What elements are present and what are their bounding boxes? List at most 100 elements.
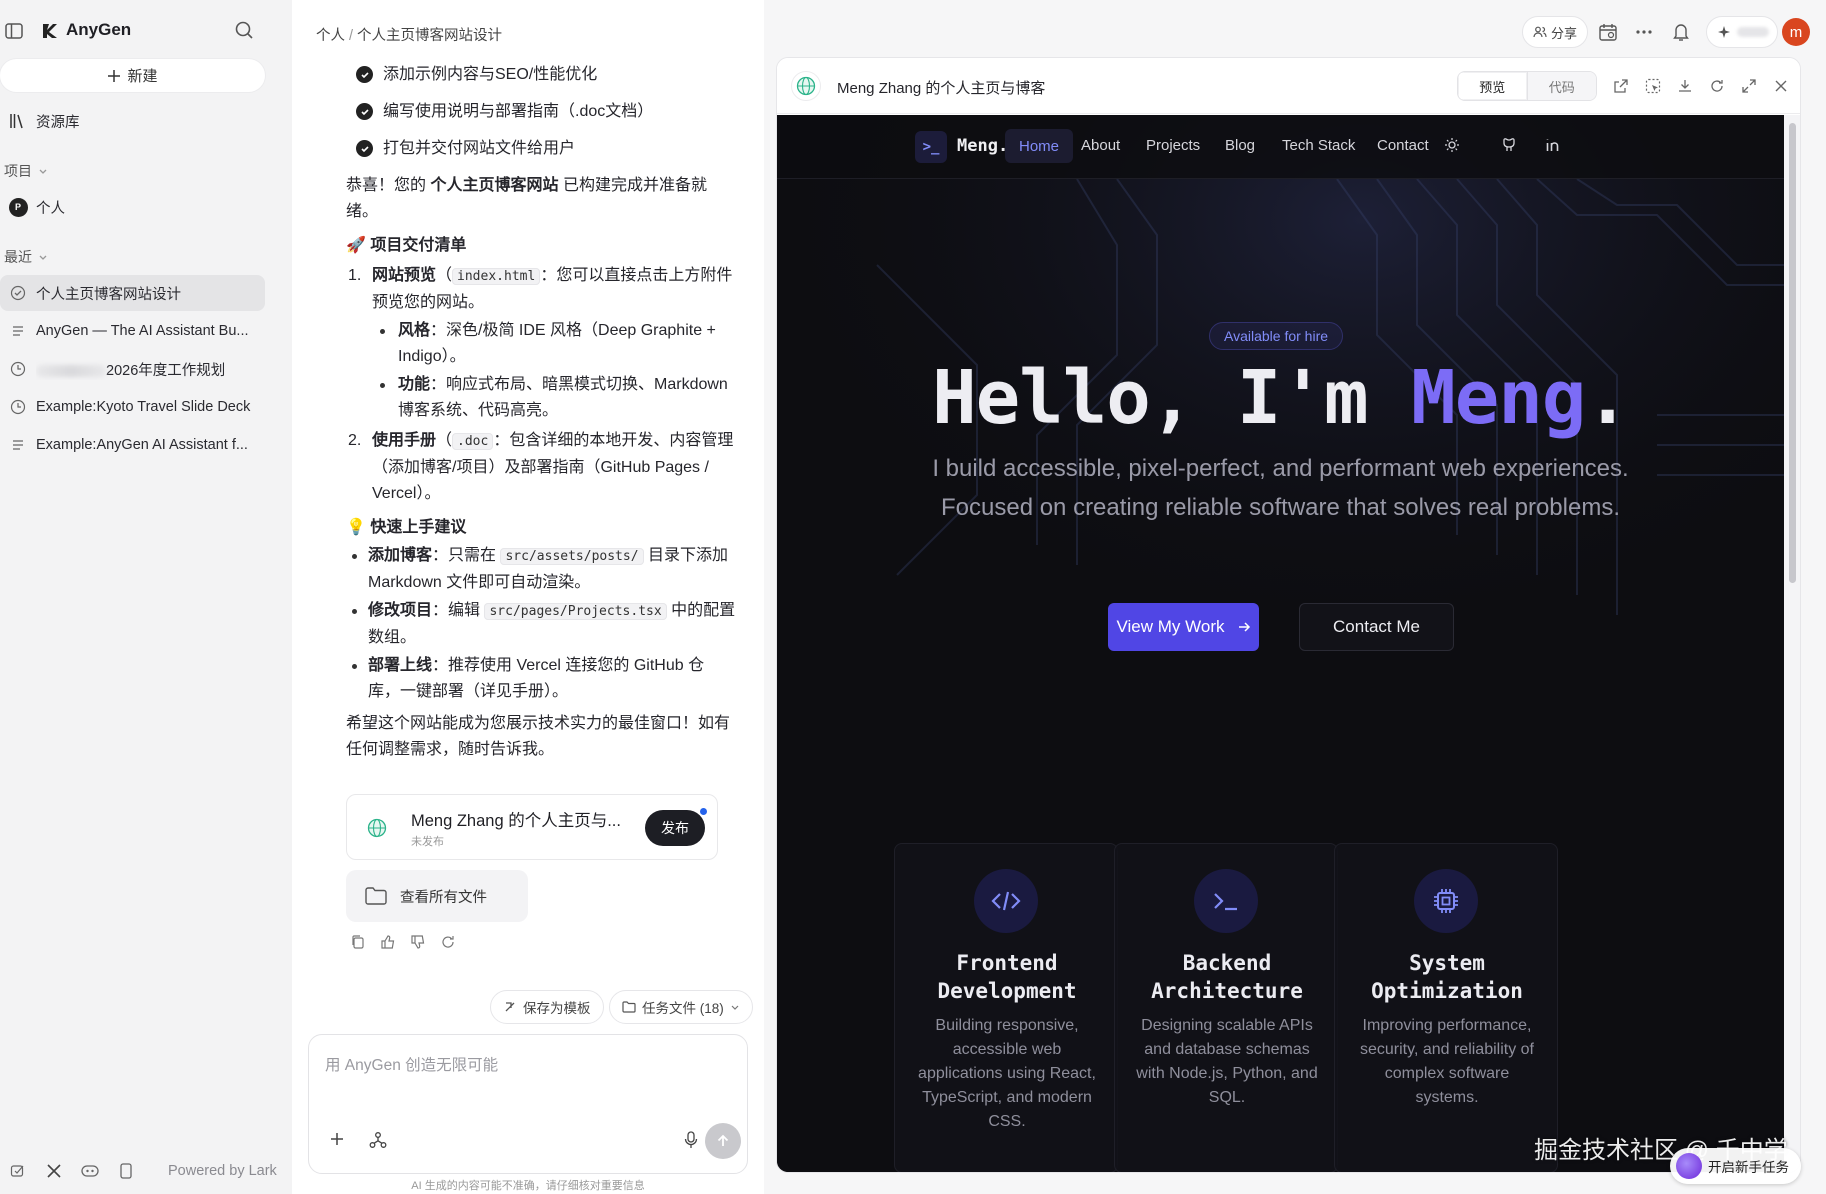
bullet-item: 部署上线：推荐使用 Vercel 连接您的 GitHub 仓库，一键部署（详见手… bbox=[346, 653, 736, 705]
projects-section-header[interactable]: 项目 bbox=[4, 161, 48, 181]
new-task-label: 新建 bbox=[127, 68, 158, 85]
closing-text: 希望这个网站能成为您展示技术实力的最佳窗口！如有任何调整需求，随时告诉我。 bbox=[346, 715, 731, 758]
task-files-button[interactable]: 任务文件 (18) bbox=[609, 990, 753, 1024]
plus-icon bbox=[107, 69, 121, 83]
hero-heading: Hello, I'm Meng. bbox=[777, 355, 1784, 441]
card-description: Designing scalable APIs and database sch… bbox=[1136, 1017, 1318, 1106]
service-card: System Optimization Improving performanc… bbox=[1334, 843, 1558, 1172]
preview-header: Meng Zhang 的个人主页与博客 预览 代码 bbox=[777, 58, 1800, 114]
regenerate-icon[interactable] bbox=[440, 934, 456, 950]
recent-section-header[interactable]: 最近 bbox=[4, 247, 48, 267]
nav-contact[interactable]: Contact bbox=[1377, 137, 1429, 154]
tab-code[interactable]: 代码 bbox=[1527, 72, 1596, 100]
more-icon[interactable] bbox=[1634, 24, 1654, 40]
search-icon[interactable] bbox=[234, 20, 254, 40]
recent-item[interactable]: AnyGen — The AI Assistant Bu... bbox=[0, 313, 265, 349]
users-icon bbox=[1533, 25, 1547, 39]
new-user-task-button[interactable]: 开启新手任务 bbox=[1670, 1148, 1801, 1184]
bullet-item: 风格：深色/极简 IDE 风格（Deep Graphite + Indigo）。 bbox=[372, 318, 736, 370]
breadcrumb-root[interactable]: 个人 bbox=[316, 28, 345, 44]
breadcrumb: 个人 / 个人主页博客网站设计 bbox=[316, 24, 502, 45]
folder-icon bbox=[622, 1001, 636, 1013]
nav-projects[interactable]: Projects bbox=[1146, 137, 1200, 154]
download-icon[interactable] bbox=[1677, 78, 1693, 94]
recent-item[interactable]: Example:AnyGen AI Assistant f... bbox=[0, 427, 265, 463]
library-icon bbox=[0, 112, 36, 130]
recent-item[interactable]: Example:Kyoto Travel Slide Deck bbox=[0, 389, 265, 425]
scrollbar-thumb[interactable] bbox=[1789, 123, 1796, 583]
recent-label: 最近 bbox=[4, 249, 32, 265]
copy-icon[interactable] bbox=[350, 934, 366, 950]
breadcrumb-current: 个人主页博客网站设计 bbox=[357, 28, 503, 44]
ai-disclaimer: AI 生成的内容可能不准确，请仔细核对重要信息 bbox=[411, 1180, 645, 1192]
chat-panel: 个人 / 个人主页博客网站设计 添加示例内容与SEO/性能优化 编写使用说明与部署指… bbox=[292, 0, 764, 1194]
view-my-work-button[interactable]: View My Work bbox=[1108, 603, 1259, 651]
nav-about[interactable]: About bbox=[1081, 137, 1120, 154]
notification-dot bbox=[699, 807, 708, 816]
close-icon[interactable] bbox=[1773, 78, 1789, 94]
github-icon[interactable] bbox=[1501, 137, 1517, 153]
linkedin-icon[interactable] bbox=[1545, 137, 1561, 153]
sidebar-item-project[interactable]: P 个人 bbox=[0, 190, 265, 224]
preview-scrollbar[interactable] bbox=[1784, 115, 1800, 1172]
service-card: Frontend Development Building responsive… bbox=[894, 843, 1118, 1172]
sun-icon[interactable] bbox=[1444, 137, 1460, 153]
select-element-icon[interactable] bbox=[1645, 78, 1661, 94]
tab-preview[interactable]: 预览 bbox=[1458, 72, 1528, 100]
chat-composer[interactable]: 用 AnyGen 创造无限可能 bbox=[308, 1034, 748, 1174]
publish-button[interactable]: 发布 bbox=[645, 810, 705, 846]
redacted-text bbox=[36, 364, 106, 377]
expand-icon[interactable] bbox=[1741, 78, 1757, 94]
item-bold: 使用手册 bbox=[372, 432, 437, 449]
sidebar-toggle-icon[interactable] bbox=[4, 21, 24, 41]
powered-by: Powered by Lark bbox=[168, 1163, 277, 1179]
nav-blog[interactable]: Blog bbox=[1225, 137, 1255, 154]
artifact-card[interactable]: Meng Zhang 的个人主页与... 未发布 发布 bbox=[346, 794, 718, 860]
clock-icon bbox=[0, 361, 36, 377]
sidebar: AnyGen 新建 资源库 项目 P 个人 最近 个人主页博客网站设计 AnyG… bbox=[0, 0, 292, 1194]
share-out-icon[interactable] bbox=[1613, 78, 1629, 94]
inline-code: .doc bbox=[452, 433, 494, 450]
checklist-item: 打包并交付网站文件给用户 bbox=[356, 130, 736, 167]
user-avatar[interactable]: m bbox=[1782, 18, 1810, 46]
item-bold: 网站预览 bbox=[372, 267, 437, 284]
chevron-down-icon bbox=[38, 252, 48, 262]
new-task-button[interactable]: 新建 bbox=[0, 59, 265, 92]
hero-subtitle: I build accessible, pixel-perfect, and p… bbox=[932, 455, 1629, 521]
discord-icon[interactable] bbox=[72, 1164, 108, 1178]
folder-icon bbox=[364, 886, 388, 906]
share-button[interactable]: 分享 bbox=[1522, 16, 1589, 48]
nav-home[interactable]: Home bbox=[1005, 129, 1074, 163]
send-button[interactable] bbox=[705, 1123, 741, 1159]
calendar-icon[interactable] bbox=[1598, 22, 1618, 42]
recent-item[interactable]: 个人主页博客网站设计 bbox=[0, 275, 265, 311]
credits-badge[interactable] bbox=[1706, 16, 1778, 48]
refresh-icon[interactable] bbox=[1709, 78, 1725, 94]
inline-code: index.html bbox=[452, 268, 541, 285]
x-twitter-icon[interactable] bbox=[36, 1164, 72, 1178]
composer-input[interactable]: 用 AnyGen 创造无限可能 bbox=[325, 1053, 498, 1075]
sidebar-item-library[interactable]: 资源库 bbox=[0, 104, 265, 138]
item-text: ：编辑 bbox=[432, 602, 481, 619]
nav-tech-stack[interactable]: Tech Stack bbox=[1282, 137, 1355, 154]
hero-heading-pre: Hello, I'm bbox=[932, 355, 1412, 441]
chevron-down-icon bbox=[38, 166, 48, 176]
doc-icon bbox=[0, 323, 36, 339]
app-name: AnyGen bbox=[66, 20, 132, 39]
recent-item[interactable]: 2026年度工作规划 bbox=[0, 351, 265, 387]
view-all-files-button[interactable]: 查看所有文件 bbox=[346, 870, 528, 922]
save-as-template-button[interactable]: 保存为模板 bbox=[490, 990, 604, 1024]
thumbs-down-icon[interactable] bbox=[410, 934, 426, 950]
sidebar-item-label: 资源库 bbox=[36, 114, 80, 131]
message-actions bbox=[350, 934, 456, 950]
bell-icon[interactable] bbox=[1672, 22, 1690, 42]
mobile-icon[interactable] bbox=[108, 1163, 144, 1179]
check-icon bbox=[356, 66, 373, 83]
card-title: System Optimization bbox=[1371, 951, 1523, 1003]
attach-plus-icon[interactable] bbox=[329, 1131, 345, 1147]
agent-tools-icon[interactable] bbox=[369, 1131, 387, 1149]
thumbs-up-icon[interactable] bbox=[380, 934, 396, 950]
contact-me-button[interactable]: Contact Me bbox=[1299, 603, 1454, 651]
microphone-icon[interactable] bbox=[683, 1131, 699, 1149]
feedback-icon[interactable] bbox=[0, 1163, 36, 1179]
